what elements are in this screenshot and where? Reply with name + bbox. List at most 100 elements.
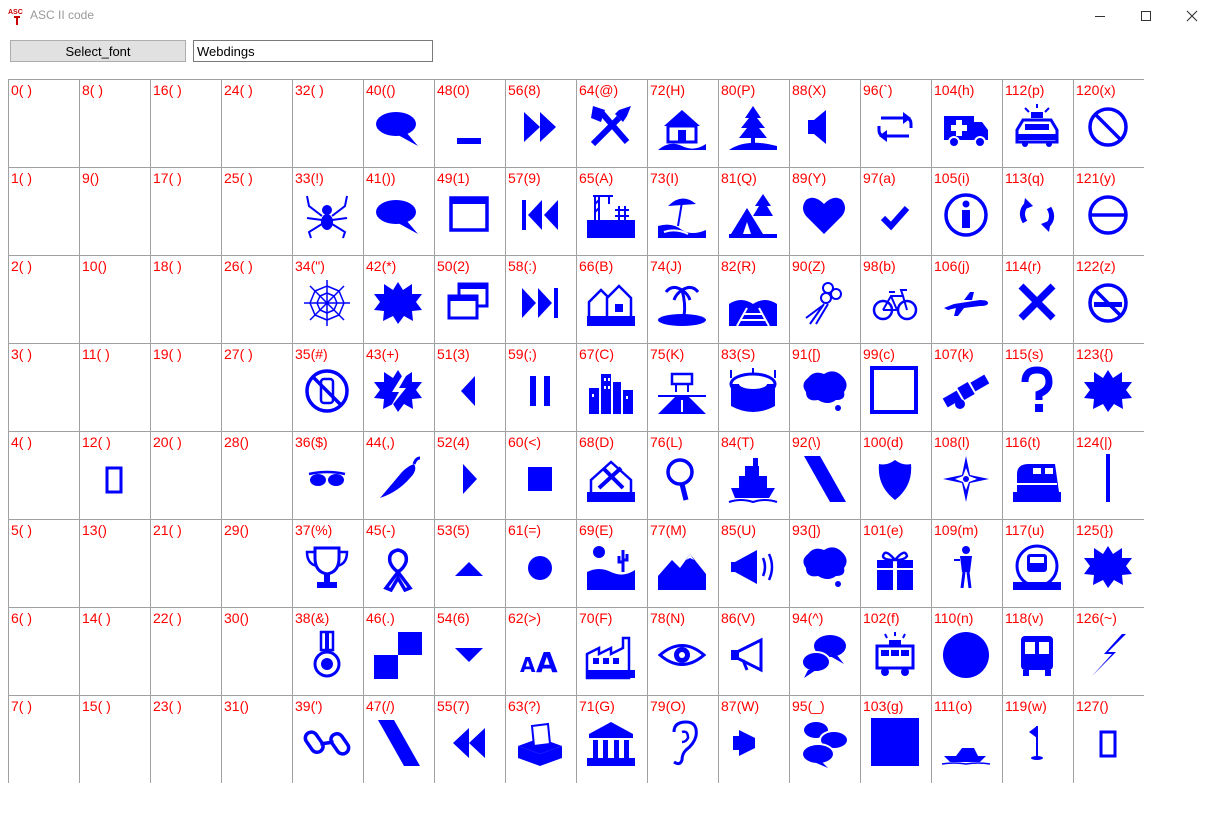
- triangle-down-icon: [443, 630, 495, 680]
- glyph-code-label: 85(U): [721, 522, 757, 538]
- fast-forward-icon: [514, 102, 566, 152]
- close-button[interactable]: [1169, 0, 1215, 32]
- glyph-cell: 68(D): [576, 431, 647, 519]
- glyph-cell: 45(-): [363, 519, 434, 607]
- close-icon: [1186, 10, 1198, 22]
- metro-icon: [1011, 542, 1063, 592]
- glyph-cell: 5( ): [8, 519, 79, 607]
- maximize-button[interactable]: [1123, 0, 1169, 32]
- glyph-code-label: 81(Q): [721, 170, 757, 186]
- glyph-code-label: 120(x): [1076, 82, 1116, 98]
- glyph-cell: 88(X): [789, 79, 860, 167]
- glyph-cell: 110(n): [931, 607, 1002, 695]
- lightning-icon: [1082, 630, 1134, 680]
- glyph-cell: 75(K): [647, 343, 718, 431]
- glyph-cell: 64(@): [576, 79, 647, 167]
- glyph-cell: 71(G): [576, 695, 647, 783]
- glyph-cell: 63(?): [505, 695, 576, 783]
- glyph-cell: 109(m): [931, 519, 1002, 607]
- glyph-code-label: 43(+): [366, 346, 400, 362]
- glyph-code-label: 100(d): [863, 434, 904, 450]
- minimize-bar-icon: [443, 102, 495, 152]
- glyph-cell: 116(t): [1002, 431, 1073, 519]
- glyph-code-label: 87(W): [721, 698, 760, 714]
- glyph-code-label: 105(i): [934, 170, 970, 186]
- ambulance-icon: [940, 102, 992, 152]
- glyph-code-label: 76(L): [650, 434, 683, 450]
- glyph-cell: 24( ): [221, 79, 292, 167]
- glyph-cell: 107(k): [931, 343, 1002, 431]
- airplane-icon: [940, 278, 992, 328]
- glyph-code-label: 9(): [82, 170, 100, 186]
- glyph-cell: 28(): [221, 431, 292, 519]
- glyph-code-label: 17( ): [153, 170, 182, 186]
- glyph-cell: 14( ): [79, 607, 150, 695]
- cruise-ship-icon: [727, 454, 779, 504]
- glyph-cell: 23( ): [150, 695, 221, 783]
- glyph-cell: 36($): [292, 431, 363, 519]
- glyph-cell: 8( ): [79, 79, 150, 167]
- spider-icon: [301, 190, 353, 240]
- glyph-cell: 53(5): [434, 519, 505, 607]
- svg-text:A: A: [520, 653, 536, 677]
- glyph-cell: 127(): [1073, 695, 1144, 783]
- title-bar: ASC ASC II code: [0, 0, 1215, 32]
- glyph-cell: 48(0): [434, 79, 505, 167]
- minimize-icon: [1095, 16, 1105, 17]
- house-tools-icon: [585, 454, 637, 504]
- glyph-code-label: 52(4): [437, 434, 470, 450]
- golf-flag-icon: [1011, 718, 1063, 768]
- medal-icon: [301, 630, 353, 680]
- highway-icon: [656, 366, 708, 416]
- glyph-cell: 117(u): [1002, 519, 1073, 607]
- glyph-code-label: 116(t): [1005, 434, 1041, 450]
- glyph-code-label: 59(;): [508, 346, 537, 362]
- glyph-cell: 56(8): [505, 79, 576, 167]
- glyph-cell: 101(e): [860, 519, 931, 607]
- glyph-code-label: 92(\): [792, 434, 821, 450]
- glyph-code-label: 96(`): [863, 82, 893, 98]
- glyph-code-label: 13(): [82, 522, 107, 538]
- glyph-cell: 21( ): [150, 519, 221, 607]
- railroad-icon: [727, 278, 779, 328]
- glyph-code-label: 97(a): [863, 170, 896, 186]
- glyph-code-label: 91([): [792, 346, 821, 362]
- glyph-cell: 16( ): [150, 79, 221, 167]
- glyph-code-label: 103(g): [863, 698, 904, 714]
- restore-windows-icon: [443, 278, 495, 328]
- glyph-cell: 108(l): [931, 431, 1002, 519]
- glyph-cell: 50(2): [434, 255, 505, 343]
- font-name-input[interactable]: [193, 40, 433, 62]
- magnifier-icon: [656, 454, 708, 504]
- glyph-cell: 27( ): [221, 343, 292, 431]
- glyph-cell: 61(=): [505, 519, 576, 607]
- glyph-cell: 3( ): [8, 343, 79, 431]
- three-bubbles-icon: [798, 718, 850, 768]
- glyph-cell: 65(A): [576, 167, 647, 255]
- slash-bar-icon: [798, 454, 850, 504]
- select-font-button[interactable]: Select_font: [10, 40, 186, 62]
- glyph-cell: 84(T): [718, 431, 789, 519]
- glyph-cell: 104(h): [931, 79, 1002, 167]
- glyph-cell: 94(^): [789, 607, 860, 695]
- glyph-cell: 33(!): [292, 167, 363, 255]
- glyph-code-label: 112(p): [1005, 82, 1045, 98]
- two-bubbles-icon: [798, 630, 850, 680]
- glyph-code-label: 110(n): [934, 610, 974, 626]
- slash-bar-icon: [372, 718, 424, 768]
- police-car-icon: [1011, 102, 1063, 152]
- window-icon: [443, 190, 495, 240]
- glyph-cell: 42(*): [363, 255, 434, 343]
- forest-road-icon: [727, 102, 779, 152]
- bouquet-icon: [798, 278, 850, 328]
- glyph-cell: 124(|): [1073, 431, 1144, 519]
- city-icon: [585, 366, 637, 416]
- glyph-code-label: 86(V): [721, 610, 756, 626]
- glyph-code-label: 72(H): [650, 82, 686, 98]
- glyph-code-label: 70(F): [579, 610, 613, 626]
- construction-icon: [585, 190, 637, 240]
- minimize-button[interactable]: [1077, 0, 1123, 32]
- starburst-icon: [1082, 542, 1134, 592]
- glyph-code-label: 62(>): [508, 610, 542, 626]
- glyph-cell: 81(Q): [718, 167, 789, 255]
